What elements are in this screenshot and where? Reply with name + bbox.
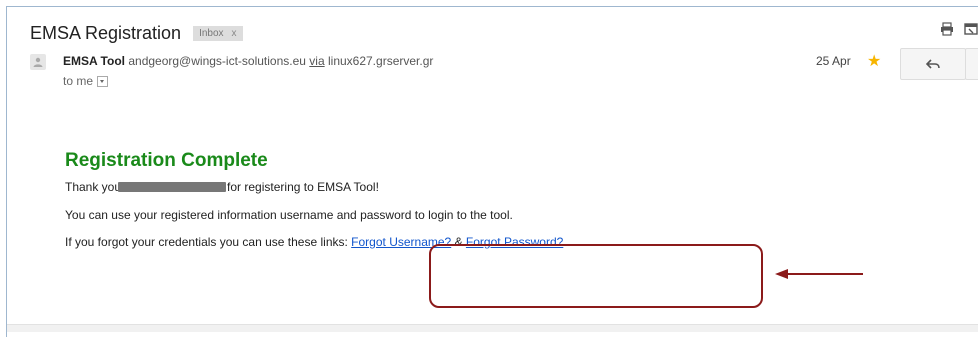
inbox-label-chip[interactable]: Inbox x bbox=[193, 25, 243, 41]
sender-email: andgeorg@wings-ict-solutions.eu bbox=[128, 54, 306, 68]
registering-text: for registering to EMSA Tool! bbox=[227, 180, 379, 194]
forgot-text: If you forgot your credentials you can u… bbox=[65, 235, 348, 249]
print-icon[interactable] bbox=[940, 22, 954, 36]
redacted-name bbox=[118, 182, 227, 192]
sender-row: EMSA Tool andgeorg@wings-ict-solutions.e… bbox=[30, 48, 978, 92]
inbox-label-text: Inbox bbox=[199, 27, 224, 39]
dropdown-icon[interactable] bbox=[97, 75, 109, 87]
to-me-label: to me bbox=[63, 74, 94, 88]
more-options-icon[interactable] bbox=[965, 48, 978, 80]
email-date: 25 Apr bbox=[816, 54, 851, 68]
star-icon[interactable]: ★ bbox=[867, 51, 881, 71]
instructions-line: You can use your registered information … bbox=[65, 208, 513, 222]
thank-you-line: Thank you for registering to EMSA Tool! bbox=[65, 180, 379, 194]
thank-you-text: Thank you bbox=[65, 180, 122, 194]
subject-row: EMSA Registration Inbox x bbox=[30, 20, 243, 46]
annotation-arrow bbox=[775, 269, 863, 279]
reply-button[interactable] bbox=[900, 48, 966, 80]
via-server: linux627.grserver.gr bbox=[327, 54, 434, 68]
new-window-icon[interactable] bbox=[964, 22, 978, 36]
sender-line: EMSA Tool andgeorg@wings-ict-solutions.e… bbox=[63, 54, 433, 68]
reply-icon bbox=[926, 59, 940, 69]
via-link[interactable]: via bbox=[309, 54, 324, 68]
remove-label-button[interactable]: x bbox=[232, 28, 237, 39]
avatar-icon bbox=[30, 54, 46, 70]
sender-name: EMSA Tool bbox=[63, 54, 125, 68]
message-heading: Registration Complete bbox=[65, 150, 268, 171]
top-actions bbox=[940, 22, 978, 36]
annotation-highlight-box bbox=[429, 244, 763, 308]
recipient-line: to me bbox=[63, 74, 109, 88]
email-subject: EMSA Registration bbox=[30, 22, 182, 43]
